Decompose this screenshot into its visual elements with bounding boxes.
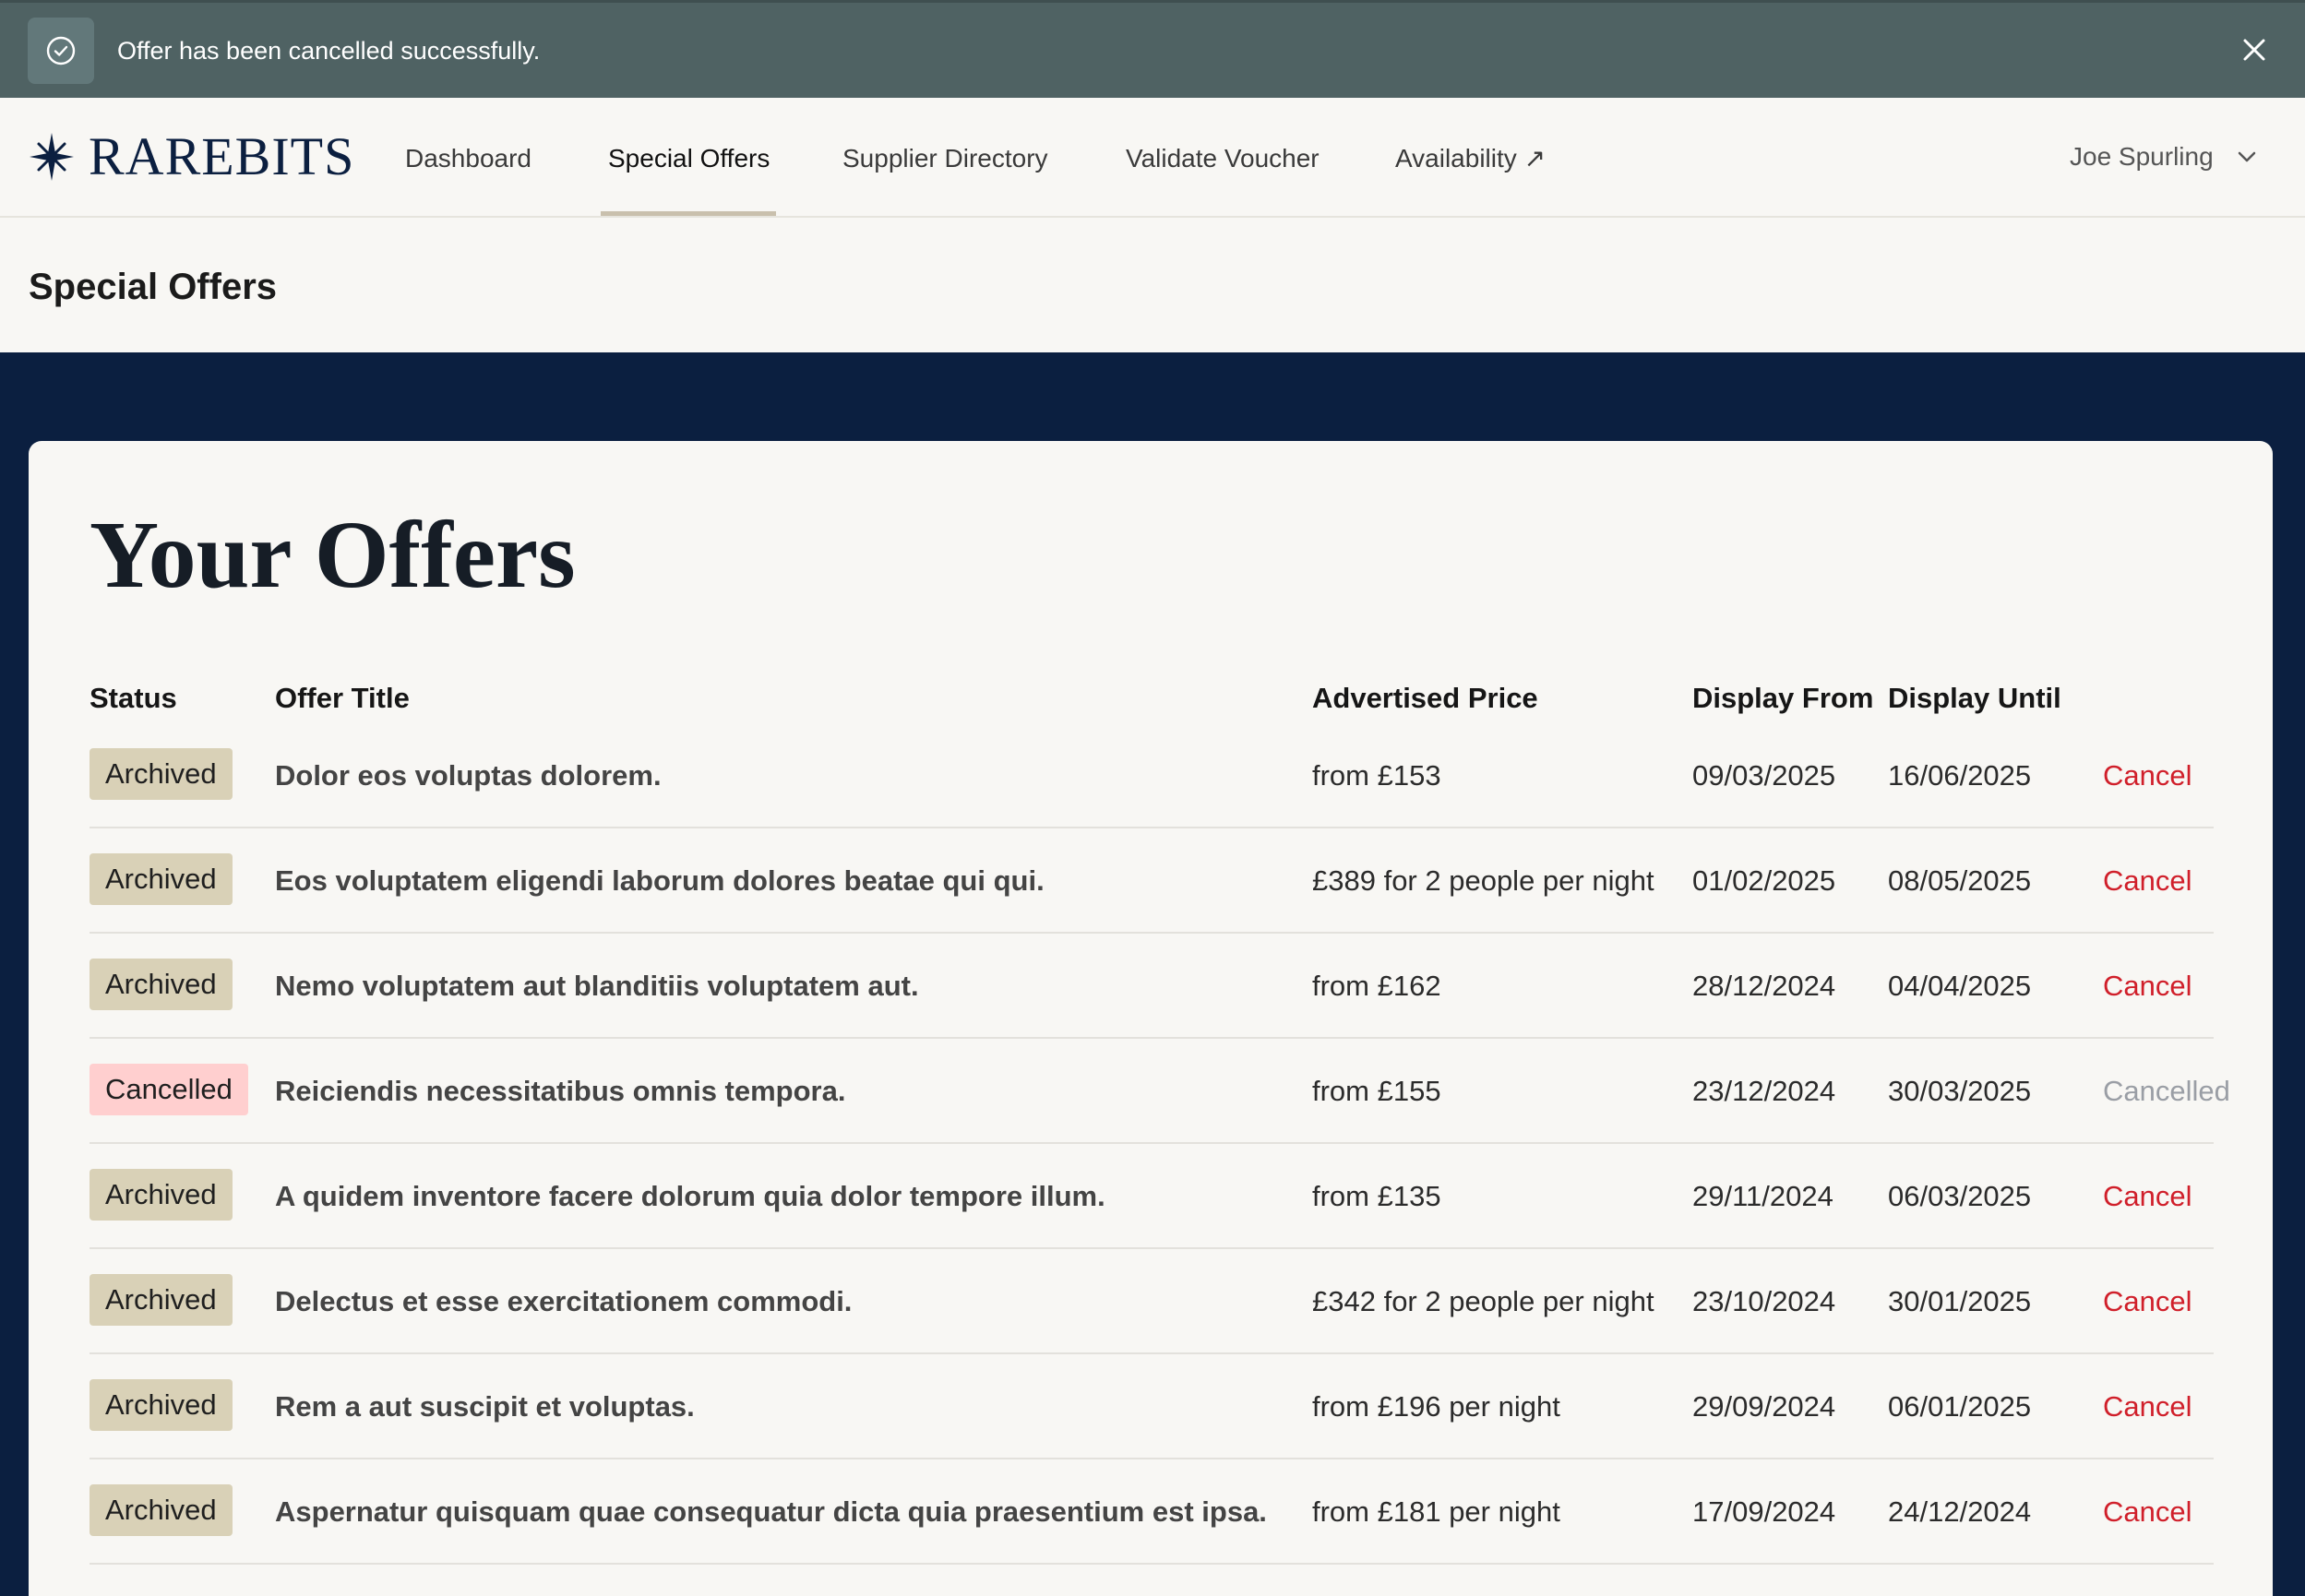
display-until: 16/06/2025 (1888, 759, 2032, 792)
advertised-price: from £135 (1312, 1180, 1441, 1212)
active-tab-indicator (601, 211, 776, 216)
check-circle-icon (28, 18, 94, 84)
column-header-display-until: Display Until (1888, 682, 2061, 714)
cancel-link[interactable]: Cancel (2103, 1178, 2192, 1215)
display-from: 29/09/2024 (1692, 1390, 1836, 1423)
display-until: 04/04/2025 (1888, 970, 2032, 1002)
display-from: 29/11/2024 (1692, 1180, 1833, 1212)
table-row: Archived A quidem inventore facere dolor… (90, 1144, 2214, 1249)
status-badge: Cancelled (90, 1064, 248, 1115)
offer-title: Reiciendis necessitatibus omnis tempora. (275, 1075, 846, 1107)
cancel-link[interactable]: Cancel (2103, 1494, 2192, 1530)
page-title: Special Offers (29, 267, 278, 307)
display-from: 28/12/2024 (1692, 970, 1836, 1002)
table-row: Archived Eos voluptatem eligendi laborum… (90, 828, 2214, 934)
advertised-price: from £153 (1312, 759, 1441, 792)
offer-title: Rem a aut suscipit et voluptas. (275, 1390, 695, 1423)
display-until: 06/01/2025 (1888, 1390, 2032, 1423)
advertised-price: £389 for 2 people per night (1312, 864, 1654, 897)
advertised-price: £342 for 2 people per night (1312, 1285, 1654, 1317)
status-badge: Archived (90, 959, 233, 1010)
nav-special-offers[interactable]: Special Offers (608, 142, 770, 175)
offer-title: Delectus et esse exercitationem commodi. (275, 1285, 853, 1317)
offer-title: Aspernatur quisquam quae consequatur dic… (275, 1495, 1267, 1528)
table-row: Archived Aspernatur quisquam quae conseq… (90, 1459, 2214, 1565)
status-badge: Archived (90, 1274, 233, 1326)
status-badge: Archived (90, 748, 233, 800)
table-row: Archived Rem a aut suscipit et voluptas.… (90, 1354, 2214, 1459)
cancel-link[interactable]: Cancel (2103, 1283, 2192, 1320)
offers-heading: Your Offers (90, 502, 576, 608)
offers-card: Your Offers Status Offer Title Advertise… (29, 441, 2273, 1596)
user-name: Joe Spurling (2070, 142, 2214, 171)
nav-supplier-directory[interactable]: Supplier Directory (842, 142, 1048, 175)
column-header-display-from: Display From (1692, 682, 1874, 714)
logo[interactable]: RAREBITS (28, 127, 354, 186)
display-from: 23/10/2024 (1692, 1285, 1836, 1317)
advertised-price: from £181 per night (1312, 1495, 1560, 1528)
status-badge: Archived (90, 1379, 233, 1431)
offer-title: A quidem inventore facere dolorum quia d… (275, 1180, 1105, 1212)
cancel-link[interactable]: Cancel (2103, 757, 2192, 794)
column-header-price: Advertised Price (1312, 682, 1538, 714)
close-icon[interactable] (2235, 30, 2274, 69)
display-until: 06/03/2025 (1888, 1180, 2032, 1212)
toast-message: Offer has been cancelled successfully. (117, 37, 541, 65)
offer-title: Eos voluptatem eligendi laborum dolores … (275, 864, 1045, 897)
status-badge: Archived (90, 853, 233, 905)
display-until: 24/12/2024 (1888, 1495, 2032, 1528)
nav-validate-voucher[interactable]: Validate Voucher (1126, 142, 1320, 175)
cancel-link[interactable]: Cancel (2103, 968, 2192, 1005)
display-from: 09/03/2025 (1692, 759, 1836, 792)
table-row: Archived Dolor eos voluptas dolorem. fro… (90, 723, 2214, 828)
offer-title: Nemo voluptatem aut blanditiis voluptate… (275, 970, 919, 1002)
display-until: 30/03/2025 (1888, 1075, 2032, 1107)
table-row: Archived Delectus et esse exercitationem… (90, 1249, 2214, 1354)
advertised-price: from £196 per night (1312, 1390, 1560, 1423)
display-from: 23/12/2024 (1692, 1075, 1836, 1107)
display-from: 17/09/2024 (1692, 1495, 1836, 1528)
user-menu[interactable]: Joe Spurling (2070, 140, 2260, 173)
display-until: 30/01/2025 (1888, 1285, 2032, 1317)
column-header-title: Offer Title (275, 682, 410, 714)
table-row: Cancelled Reiciendis necessitatibus omni… (90, 1039, 2230, 1144)
chevron-down-icon (2238, 151, 2255, 162)
status-badge: Archived (90, 1484, 233, 1536)
top-nav: RAREBITS Dashboard Special Offers Suppli… (0, 98, 2305, 218)
status-badge: Archived (90, 1169, 233, 1221)
page-header: Special Offers (0, 218, 2305, 352)
advertised-price: from £155 (1312, 1075, 1441, 1107)
display-from: 01/02/2025 (1692, 864, 1836, 897)
page: Offer has been cancelled successfully. R… (0, 0, 2305, 1596)
success-toast: Offer has been cancelled successfully. (0, 0, 2305, 98)
cancel-link[interactable]: Cancel (2103, 1388, 2192, 1425)
nav-dashboard[interactable]: Dashboard (405, 142, 531, 175)
column-header-status: Status (90, 682, 177, 714)
nav-availability[interactable]: Availability ↗ (1395, 142, 1546, 175)
cancel-link[interactable]: Cancel (2103, 863, 2192, 899)
logo-text: RAREBITS (89, 126, 355, 186)
table-row: Archived Nemo voluptatem aut blanditiis … (90, 934, 2214, 1039)
star-compass-icon (30, 133, 74, 181)
offer-title: Dolor eos voluptas dolorem. (275, 759, 662, 792)
display-until: 08/05/2025 (1888, 864, 2032, 897)
advertised-price: from £162 (1312, 970, 1441, 1002)
cancelled-label: Cancelled (2103, 1075, 2230, 1107)
